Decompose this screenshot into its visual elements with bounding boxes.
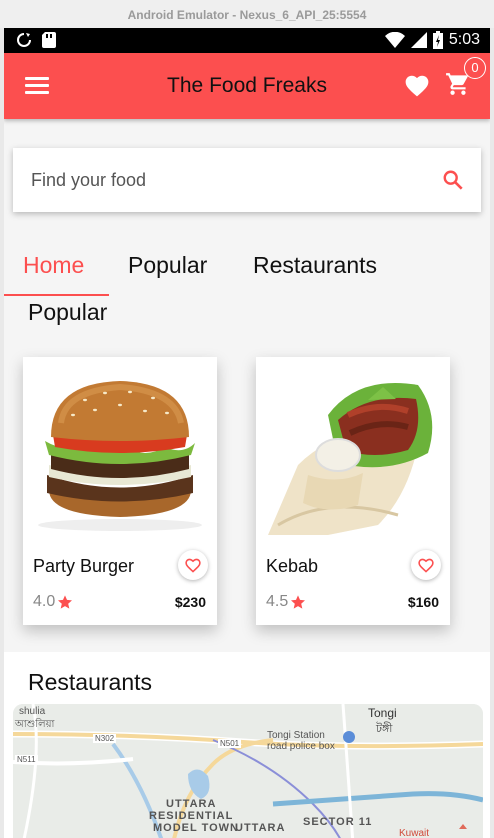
favorite-button[interactable]	[178, 550, 208, 580]
emulator-title-bar: Android Emulator - Nexus_6_API_25:5554	[0, 0, 494, 28]
status-bar: 5:03	[4, 28, 490, 53]
map-label: MODEL TOWN	[153, 822, 239, 834]
map-label: UTTARA	[235, 822, 286, 834]
map-label: UTTARA	[166, 798, 217, 810]
map-label: Kuwait Bangladesh	[399, 828, 430, 838]
map-label: shulia	[19, 706, 46, 717]
rating-value: 4.5	[266, 593, 289, 610]
sd-card-icon	[42, 32, 56, 48]
phone-screen: 5:03 The Food Freaks 0 Home Popular Rest…	[4, 28, 490, 838]
food-rating: 4.0	[33, 593, 73, 611]
star-icon	[291, 595, 306, 609]
tab-popular[interactable]: Popular	[128, 252, 207, 279]
active-tab-indicator	[4, 294, 109, 296]
food-price: $230	[174, 594, 206, 610]
map-label: Tongi	[368, 706, 397, 720]
road-label: N501	[218, 739, 242, 748]
heart-outline-icon	[185, 558, 201, 573]
road-label: N302	[93, 734, 117, 743]
food-name: Party Burger	[33, 556, 135, 576]
food-rating: 4.5	[266, 593, 306, 611]
app-bar: The Food Freaks 0	[4, 53, 490, 119]
kebab-image	[268, 383, 433, 535]
search-box	[13, 148, 481, 212]
restaurants-map[interactable]: shulia আশুলিয়া Tongi টঙ্গী Tongi Statio…	[13, 704, 483, 838]
map-label: আশুলিয়া	[15, 719, 55, 730]
wifi-icon	[384, 32, 405, 48]
battery-icon	[432, 31, 443, 49]
cart-count-badge: 0	[464, 57, 486, 79]
favorite-button[interactable]	[411, 550, 441, 580]
food-price: $160	[407, 594, 439, 610]
road-label: N511	[15, 755, 38, 764]
food-name: Kebab	[266, 556, 319, 576]
tab-home[interactable]: Home	[23, 252, 84, 279]
search-input[interactable]	[31, 166, 411, 194]
favorites-heart-icon[interactable]	[404, 73, 430, 97]
map-label: road police box	[267, 741, 335, 752]
restaurants-section-title: Restaurants	[28, 669, 153, 695]
map-label: Tongi Station	[267, 730, 325, 741]
food-card-kebab[interactable]: Kebab 4.5 $160	[256, 357, 450, 625]
clock: 5:03	[448, 31, 480, 48]
map-roads	[13, 704, 483, 838]
rating-value: 4.0	[33, 593, 56, 610]
map-label: SECTOR 11	[303, 816, 373, 828]
map-label: RESIDENTIAL	[149, 810, 234, 822]
popular-section-title: Popular	[28, 299, 108, 325]
tab-restaurants[interactable]: Restaurants	[253, 252, 377, 279]
signal-icon	[410, 32, 427, 48]
tab-bar: Home Popular Restaurants	[4, 250, 490, 298]
food-card-party-burger[interactable]: Party Burger 4.0 $230	[23, 357, 217, 625]
sync-icon	[17, 33, 31, 47]
party-burger-image	[38, 381, 202, 531]
heart-outline-icon	[418, 558, 434, 573]
map-label: টঙ্গী	[376, 723, 393, 735]
emulator-title: Android Emulator - Nexus_6_API_25:5554	[127, 8, 367, 22]
star-icon	[58, 595, 73, 609]
search-icon[interactable]	[442, 169, 464, 191]
